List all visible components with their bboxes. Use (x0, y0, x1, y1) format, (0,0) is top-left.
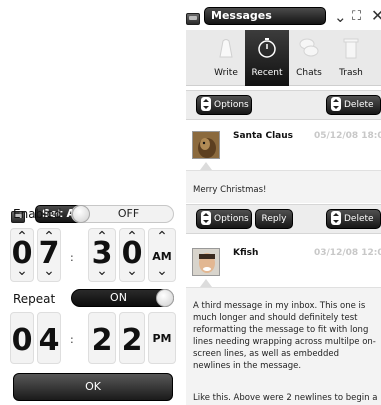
repeat-hour-ones[interactable]: 4 (37, 312, 61, 364)
reply-button[interactable]: Reply (255, 209, 293, 229)
options-button[interactable]: Options (196, 209, 252, 229)
repeat-label: Repeat (13, 292, 56, 306)
close-icon[interactable]: ✕ (371, 8, 381, 24)
message-date: 03/12/08 12:07 (314, 248, 381, 258)
toolbar: Write Recent Chats Trash (186, 30, 381, 86)
message-body-continued: Like this. Above were 2 newlines to begi… (193, 393, 378, 403)
tool-label: Write (214, 68, 238, 78)
chat-bubbles-icon (299, 38, 319, 57)
tool-trash[interactable]: Trash (329, 30, 373, 86)
minute-ones-spinner[interactable]: ⌃ 0 ⌄ (119, 228, 145, 282)
tool-recent[interactable]: Recent (245, 30, 289, 86)
avatar (192, 248, 220, 276)
pencil-icon (219, 39, 233, 58)
clock-icon (258, 38, 276, 58)
maximize-icon[interactable]: ⛶ (352, 9, 361, 25)
message-sender: Santa Claus (233, 131, 293, 141)
trash-icon (343, 38, 359, 59)
tool-chats[interactable]: Chats (287, 30, 331, 86)
chevron-down-icon[interactable]: ⌄ (334, 9, 347, 25)
enabled-state: OFF (117, 207, 140, 220)
avatar (192, 131, 220, 159)
tool-label: Trash (339, 68, 363, 78)
messages-window: Messages ⌄ ⛶ ✕ Write Recent Chats Trash … (186, 0, 381, 405)
delete-button[interactable]: Delete (326, 209, 381, 229)
repeat-ampm[interactable]: PM (148, 312, 176, 364)
message-body: Merry Christmas! (193, 185, 267, 195)
time-colon: : (70, 251, 74, 264)
repeat-minute-tens[interactable]: 2 (88, 312, 116, 364)
alarm-dialog: Set A... ⌄ ⛶ ✕ Enabled OFF ⌃0⌄ ⌃7⌄ : ⌃3⌄… (8, 195, 178, 405)
app-icon (186, 13, 200, 25)
options-button[interactable]: Options (196, 95, 252, 115)
repeat-colon: : (70, 333, 74, 346)
message-body: A third message in my inbox. This one is… (193, 301, 376, 371)
repeat-minute-ones[interactable]: 2 (119, 312, 145, 364)
hour-tens-spinner[interactable]: ⌃ 0 ⌄ (10, 228, 34, 282)
hour-ones-spinner[interactable]: ⌃ 7 ⌄ (37, 228, 61, 282)
ampm-spinner[interactable]: ⌃ AM ⌄ (148, 228, 176, 282)
message-sender: Kfish (233, 248, 259, 258)
enabled-toggle[interactable]: OFF (71, 205, 174, 223)
tool-label: Recent (251, 68, 283, 78)
repeat-state: ON (110, 291, 127, 304)
enabled-label: Enabled (13, 207, 62, 221)
minute-tens-spinner[interactable]: ⌃ 3 ⌄ (88, 228, 116, 282)
delete-button[interactable]: Delete (326, 95, 381, 115)
tool-label: Chats (296, 68, 322, 78)
repeat-toggle[interactable]: ON (71, 289, 174, 307)
ok-button[interactable]: OK (13, 373, 173, 401)
window-title: Messages (204, 7, 326, 25)
repeat-hour-tens[interactable]: 0 (10, 312, 34, 364)
message-date: 05/12/08 18:03 (314, 131, 381, 141)
tool-write[interactable]: Write (204, 30, 248, 86)
